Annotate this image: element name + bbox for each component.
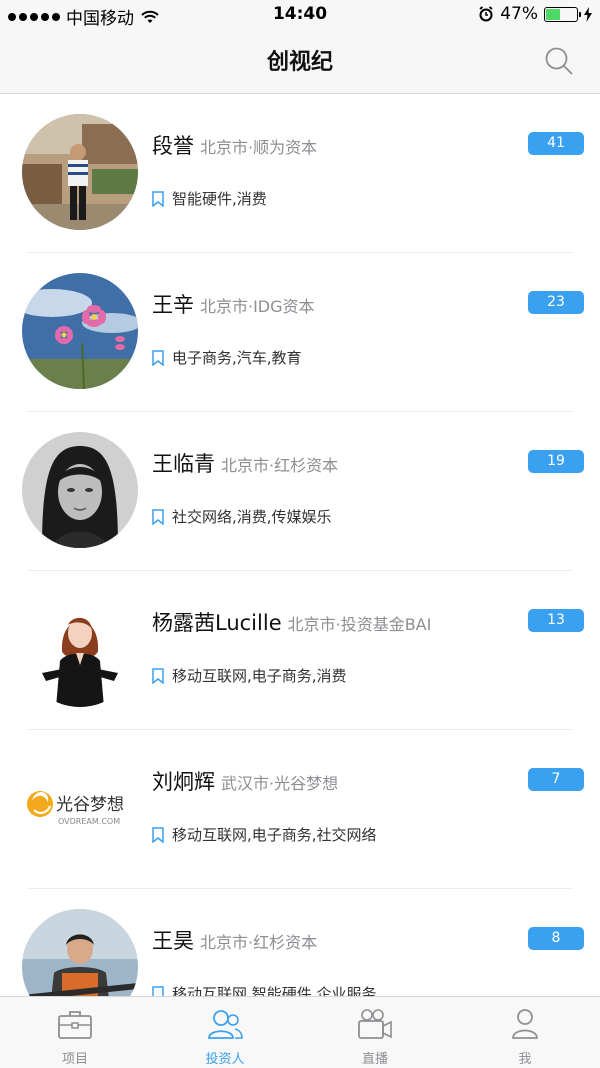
tab-investors[interactable]: 投资人 xyxy=(150,997,300,1068)
investor-tags: 智能硬件,消费 xyxy=(172,190,267,208)
tab-me[interactable]: 我 xyxy=(450,997,600,1068)
nav-bar: 创视纪 xyxy=(0,30,600,94)
tags-line: 电子商务,汽车,教育 xyxy=(152,347,302,368)
count-badge: 19 xyxy=(528,450,584,473)
page-title: 创视纪 xyxy=(266,50,333,75)
count-badge: 13 xyxy=(528,609,584,632)
list-item[interactable]: 王昊 北京市·红杉资本 8 移动互联网,智能硬件,企业服务 xyxy=(0,889,600,996)
investor-tags: 电子商务,汽车,教育 xyxy=(172,349,302,367)
tab-label: 投资人 xyxy=(205,1052,245,1067)
tab-live[interactable]: 直播 xyxy=(300,997,450,1068)
tab-label: 我 xyxy=(518,1052,532,1067)
bookmark-icon xyxy=(152,190,164,207)
list-item[interactable]: 光谷梦想 OVDREAM.COM 刘炯辉 武汉市·光谷梦想 7 移动互联网,电子… xyxy=(0,730,600,889)
name-line: 王辛 北京市·IDG资本 xyxy=(152,289,315,319)
name-line: 刘炯辉 武汉市·光谷梦想 xyxy=(152,766,338,796)
alarm-icon xyxy=(479,6,493,22)
avatar xyxy=(22,591,138,707)
investor-tags: 移动互联网,电子商务,消费 xyxy=(172,667,347,685)
investor-name: 杨露茜Lucille xyxy=(152,611,282,635)
people-icon xyxy=(208,1010,243,1039)
charging-icon xyxy=(584,6,592,22)
avatar xyxy=(22,114,138,230)
battery-icon xyxy=(544,6,581,22)
investor-name: 王辛 xyxy=(152,293,194,317)
name-line: 王临青 北京市·红杉资本 xyxy=(152,448,338,478)
avatar xyxy=(22,909,138,996)
investor-org: 武汉市·光谷梦想 xyxy=(221,774,339,793)
count-badge: 7 xyxy=(528,768,584,791)
logo-text-en: OVDREAM.COM xyxy=(58,817,120,826)
investor-name: 王临青 xyxy=(152,452,215,476)
search-icon[interactable] xyxy=(544,46,574,76)
name-line: 段誉 北京市·顺为资本 xyxy=(152,130,317,160)
bookmark-icon xyxy=(152,826,164,843)
investor-org: 北京市·红杉资本 xyxy=(200,933,318,952)
avatar: 光谷梦想 OVDREAM.COM xyxy=(22,750,138,866)
bookmark-icon xyxy=(152,667,164,684)
investor-org: 北京市·投资基金BAI xyxy=(287,615,432,634)
bookmark-icon xyxy=(152,985,164,996)
tab-label: 项目 xyxy=(61,1052,88,1067)
bookmark-icon xyxy=(152,349,164,366)
logo-text-cn: 光谷梦想 xyxy=(56,795,124,815)
count-badge: 8 xyxy=(528,927,584,950)
avatar xyxy=(22,432,138,548)
status-right: 47% xyxy=(478,4,592,24)
list-item[interactable]: 王辛 北京市·IDG资本 23 电子商务,汽车,教育 xyxy=(0,253,600,412)
investor-org: 北京市·IDG资本 xyxy=(200,297,315,316)
battery-percent: 47% xyxy=(500,4,538,24)
investor-org: 北京市·顺为资本 xyxy=(200,138,318,157)
investor-list: 段誉 北京市·顺为资本 41 智能硬件,消费 王辛 北京市·IDG资本 23 电… xyxy=(0,94,600,996)
tags-line: 移动互联网,智能硬件,企业服务 xyxy=(152,983,377,996)
avatar xyxy=(22,273,138,389)
name-line: 杨露茜Lucille 北京市·投资基金BAI xyxy=(152,607,431,637)
ovdream-logo: 光谷梦想 OVDREAM.COM xyxy=(22,750,138,866)
person-icon xyxy=(512,1009,538,1039)
status-bar: 中国移动 14:40 47% xyxy=(0,0,600,30)
tab-bar: 项目 投资人 直播 我 xyxy=(0,996,600,1068)
list-item[interactable]: 段誉 北京市·顺为资本 41 智能硬件,消费 xyxy=(0,94,600,253)
tags-line: 移动互联网,电子商务,消费 xyxy=(152,665,347,686)
count-badge: 41 xyxy=(528,132,584,155)
briefcase-icon xyxy=(58,1011,92,1039)
tags-line: 移动互联网,电子商务,社交网络 xyxy=(152,824,377,845)
investor-tags: 移动互联网,电子商务,社交网络 xyxy=(172,826,377,844)
investor-name: 段誉 xyxy=(152,134,194,158)
investor-org: 北京市·红杉资本 xyxy=(221,456,339,475)
investor-name: 王昊 xyxy=(152,929,194,953)
list-item[interactable]: 杨露茜Lucille 北京市·投资基金BAI 13 移动互联网,电子商务,消费 xyxy=(0,571,600,730)
bookmark-icon xyxy=(152,508,164,525)
tab-projects[interactable]: 项目 xyxy=(0,997,150,1068)
video-camera-icon xyxy=(358,1009,392,1039)
investor-tags: 移动互联网,智能硬件,企业服务 xyxy=(172,985,377,996)
investor-name: 刘炯辉 xyxy=(152,770,215,794)
tags-line: 智能硬件,消费 xyxy=(152,188,267,209)
name-line: 王昊 北京市·红杉资本 xyxy=(152,925,317,955)
count-badge: 23 xyxy=(528,291,584,314)
tab-label: 直播 xyxy=(361,1052,388,1067)
tags-line: 社交网络,消费,传媒娱乐 xyxy=(152,506,332,527)
investor-tags: 社交网络,消费,传媒娱乐 xyxy=(172,508,332,526)
list-item[interactable]: 王临青 北京市·红杉资本 19 社交网络,消费,传媒娱乐 xyxy=(0,412,600,571)
